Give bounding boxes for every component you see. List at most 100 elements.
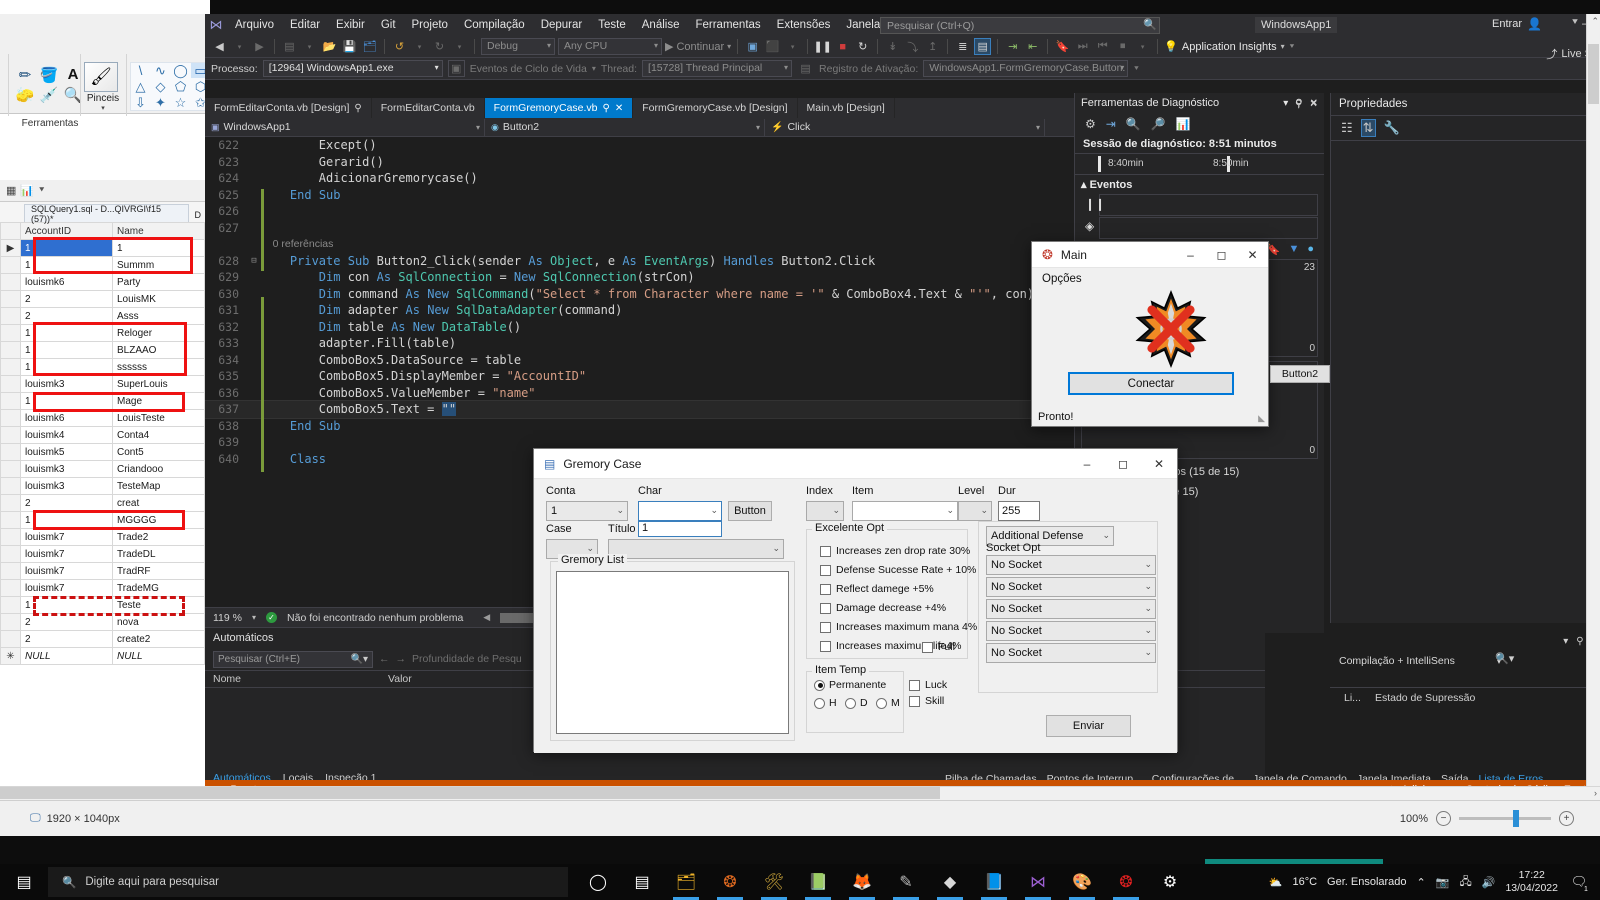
shape-triangle-icon[interactable]: △ [131,79,150,94]
socket-dropdown[interactable]: No Socket ⌄ [986,577,1156,597]
checkbox-icon[interactable] [820,602,831,614]
row-header[interactable] [0,579,21,597]
diamond-icon[interactable]: ◆ [930,864,970,900]
shape-pentagon-icon[interactable]: ⬠ [171,79,190,94]
bookmark-icon[interactable]: 🔖 [1054,38,1071,55]
item-dropdown[interactable]: ⌄ [852,501,958,521]
shape-line-icon[interactable]: \ [131,63,150,78]
outdent-icon[interactable]: ⇤ [1024,38,1041,55]
restart-icon[interactable]: ↻ [854,38,871,55]
notifications-icon[interactable]: 🗨 1 [1568,871,1591,894]
table-row[interactable]: ✳ NULL NULL [0,647,205,665]
zoom-out-icon[interactable]: 🔎 [1151,117,1166,131]
eraser-icon[interactable]: 🧽 [14,86,36,104]
table-row[interactable]: louismk7 TradRF [0,562,205,580]
close-icon[interactable]: ✕ [615,103,623,114]
full-checkbox[interactable]: Full [922,641,955,653]
zoom-in-button[interactable]: + [1559,811,1574,826]
hscrollbar-thumb[interactable] [0,787,940,799]
new-project-icon[interactable]: ▤ [281,38,298,55]
undo-icon[interactable]: ↺ [391,38,408,55]
table-row[interactable]: louismk4 Conta4 [0,426,205,444]
checkbox-icon[interactable] [909,695,920,707]
document-tab[interactable]: FormEditarConta.vb [Design] ⚲ [205,98,372,118]
table-row[interactable]: 1 Reloger [0,324,205,342]
report-icon[interactable]: 📊 [20,184,34,197]
cell-name[interactable]: nova [112,613,205,631]
cell-name[interactable]: LouisTeste [112,409,205,427]
char-dropdown-item[interactable]: 1 [638,521,722,537]
row-header[interactable] [0,324,21,342]
chevron-down-icon[interactable]: ⌄ [1144,559,1152,570]
sql-query-tab[interactable]: SQLQuery1.sql - D...QIVRGI\f15 (57))* [24,204,189,224]
cell-name[interactable]: Teste [112,596,205,614]
bookmark-prev-icon[interactable]: ⏮ [1094,38,1111,55]
excellent-option-checkbox[interactable]: Increases maximum mana 4% [820,621,977,633]
table-row[interactable]: 1 MGGGG [0,511,205,529]
cell-name[interactable]: Summm [112,256,205,274]
cell-name[interactable]: MGGGG [112,511,205,529]
menu-item-compilao[interactable]: Compilação [456,16,533,34]
events-lane-1[interactable] [1099,194,1318,216]
dur-input[interactable]: 255 [998,501,1040,521]
scroll-left-icon[interactable]: ◀ [483,612,490,623]
excellent-option-checkbox[interactable]: Damage decrease +4% [820,602,946,614]
pin-icon[interactable]: ⚲ [1295,99,1302,110]
error-list-filter[interactable]: Compilação + IntelliSens ▾ [1335,652,1505,670]
menu-item-arquivo[interactable]: Arquivo [227,16,282,34]
camera-icon[interactable]: 📷 [1436,876,1450,889]
cell-name[interactable]: Mage [112,392,205,410]
lifecycle-events-icon[interactable]: ▣ [447,60,465,77]
maximize-button[interactable]: ◻ [1206,242,1237,268]
table-row[interactable]: 1 Mage [0,392,205,410]
platform-dropdown[interactable]: Any CPU ▾ [558,38,662,55]
table-row[interactable]: louismk7 TradeMG [0,579,205,597]
row-header[interactable] [0,596,21,614]
table-row[interactable]: louismk6 LouisTeste [0,409,205,427]
solution-explorer-icon[interactable]: ▤ [974,38,992,55]
menu-item-ferramentas[interactable]: Ferramentas [687,16,768,34]
row-header[interactable] [0,409,21,427]
settings-icon[interactable]: ⚙ [1150,864,1190,900]
cell-accountid[interactable]: 2 [20,290,113,308]
chevron-down-icon[interactable]: ⌄ [1144,581,1152,592]
table-row[interactable]: ▶ 1 1 [0,239,205,257]
stack-frame-icon[interactable]: ▤ [797,60,814,77]
gremory-listbox[interactable] [556,571,789,734]
cell-accountid[interactable]: louismk7 [20,545,113,563]
cell-accountid[interactable]: 1 [20,596,113,614]
table-row[interactable]: 2 LouisMK [0,290,205,308]
navigate-back-icon[interactable]: ◀ [211,38,228,55]
scrollbar-thumb[interactable] [1588,44,1599,104]
undo-dropdown-icon[interactable]: ▾ [411,38,428,55]
close-button[interactable]: ✕ [1141,449,1177,479]
events-section-title[interactable]: ▴ Eventos [1075,175,1324,194]
row-header[interactable]: ✳ [0,647,21,665]
chevron-down-icon[interactable]: ▾ [1563,636,1568,647]
row-header[interactable] [0,613,21,631]
account-icon[interactable]: 👤 [1527,17,1542,31]
network-icon[interactable]: 🖧 [1459,873,1471,892]
table-row[interactable]: 2 create2 [0,630,205,648]
search-icon[interactable]: 🔍▾ [351,654,368,665]
row-header[interactable] [0,562,21,580]
results-grid[interactable]: AccountID Name ▶ 1 1 1 Summm louismk6 Party 2 Lo… [0,222,205,665]
tools-icon[interactable]: 🛠 [754,864,794,900]
table-row[interactable]: 1 Teste [0,596,205,614]
brushes-button[interactable]: 🖌 Pinceis ▾ [84,62,122,112]
zoom-out-button[interactable]: − [1436,811,1451,826]
row-header[interactable] [0,256,21,274]
cell-accountid[interactable]: louismk7 [20,528,113,546]
cortana-icon[interactable]: ◯ [578,864,618,900]
cell-accountid[interactable]: 1 [20,358,113,376]
column-header-name[interactable]: Name [112,222,205,240]
checkbox-icon[interactable] [922,641,933,653]
system-tray[interactable]: ⛅ 16°C Ger. Ensolarado ⌃ 📷 🖧 🔊 17:22 13/… [1269,869,1600,895]
cell-name[interactable]: TesteMap [112,477,205,495]
sql-toolbar[interactable]: ▦ 📊 ⯆ [0,180,205,202]
menu-item-anlise[interactable]: Análise [634,16,688,34]
radio-icon[interactable] [845,697,856,709]
pin-icon[interactable]: ⚲ [603,103,610,114]
cell-accountid[interactable]: louismk3 [20,375,113,393]
application-insights-button[interactable]: 💡 Application Insights ▾ ⯆ [1164,40,1295,54]
